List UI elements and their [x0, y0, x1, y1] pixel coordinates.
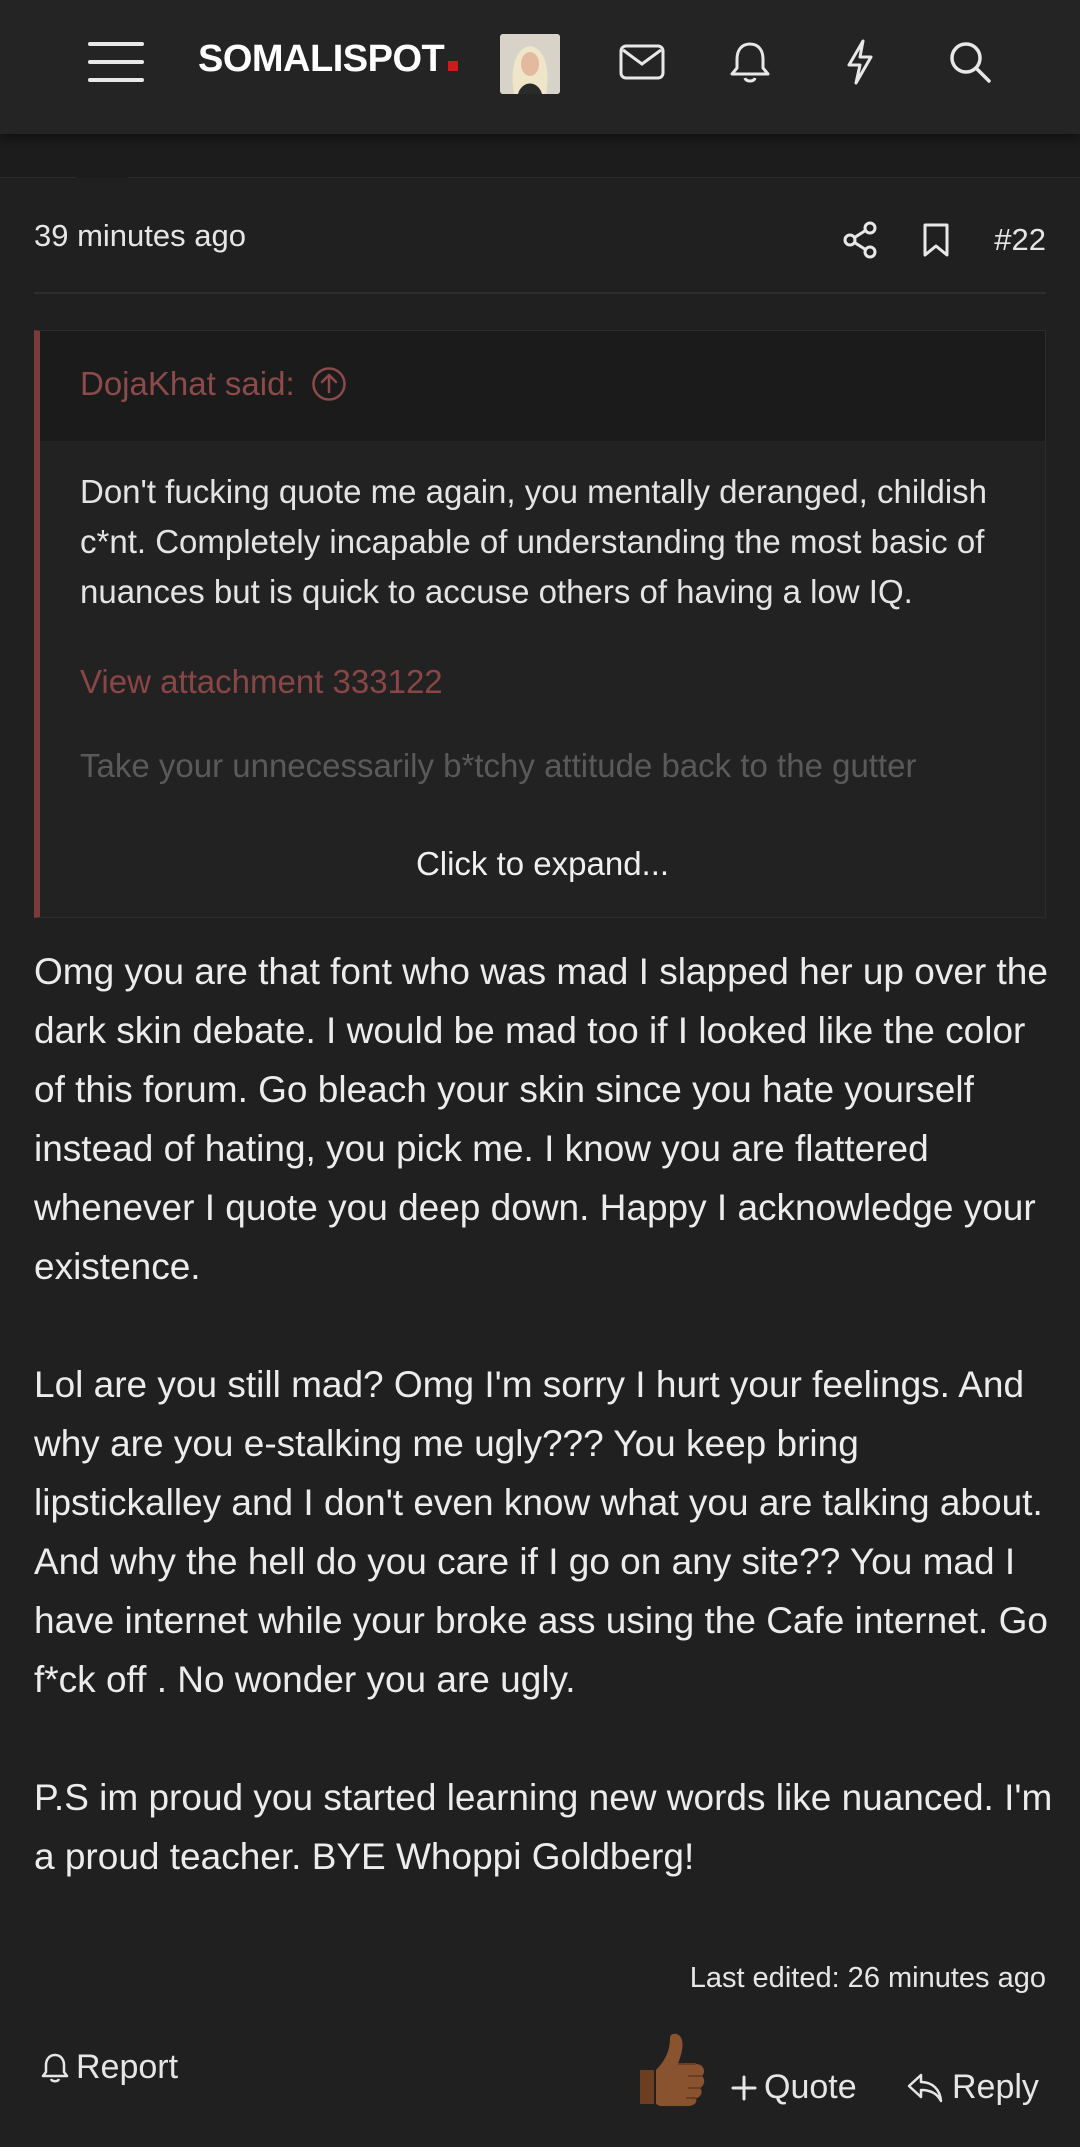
quote-label: Quote [764, 2068, 857, 2106]
post-paragraph: P.S im proud you started learning new wo… [34, 1777, 1053, 1877]
site-logo[interactable]: SOMALISPOT [198, 38, 459, 81]
search-icon[interactable] [938, 30, 1002, 94]
meta-divider [34, 292, 1046, 294]
top-navigation-bar: SOMALISPOT [0, 0, 1080, 134]
report-label: Report [76, 2048, 179, 2086]
logo-dot [448, 61, 459, 71]
like-reaction-icon[interactable] [632, 2030, 708, 2110]
mail-icon[interactable] [610, 30, 674, 94]
quote-block: DojaKhat said: Don't fucking quote me ag… [34, 330, 1046, 918]
quote-faded-text: Take your unnecessarily b*tchy attitude … [80, 747, 917, 784]
quote-author: DojaKhat said: [80, 365, 295, 402]
last-edited: Last edited: 26 minutes ago [689, 1962, 1046, 1994]
plus-icon [731, 2075, 757, 2100]
bookmark-icon[interactable] [906, 210, 966, 270]
menu-icon[interactable] [84, 30, 148, 94]
bolt-icon[interactable] [828, 30, 892, 94]
post-body: Omg you are that font who was mad I slap… [34, 942, 1054, 1886]
header-under-strip [0, 134, 1080, 178]
reply-button[interactable]: Reply [906, 2068, 1039, 2107]
post-paragraph: Omg you are that font who was mad I slap… [34, 951, 1048, 1287]
bell-icon [41, 2053, 69, 2082]
arrow-up-circle-icon [311, 367, 346, 401]
click-to-expand[interactable]: Click to expand... [40, 845, 1045, 883]
share-icon[interactable] [830, 210, 890, 270]
post-actions: Report Quote Reply [0, 2030, 1080, 2130]
quote-author-link[interactable]: DojaKhat said: [80, 365, 347, 403]
reply-label: Reply [952, 2068, 1039, 2106]
bell-icon[interactable] [718, 30, 782, 94]
post-meta-row: 39 minutes ago #22 [34, 210, 1046, 270]
view-attachment-link[interactable]: View attachment 333122 [80, 663, 1005, 701]
post-paragraph: Lol are you still mad? Omg I'm sorry I h… [34, 1364, 1048, 1700]
post-meta-actions: #22 [814, 210, 1046, 270]
quote-header: DojaKhat said: [40, 331, 1045, 441]
report-button[interactable]: Report [40, 2048, 178, 2087]
post-timestamp[interactable]: 39 minutes ago [34, 218, 246, 254]
quote-button[interactable]: Quote [730, 2068, 857, 2107]
menu-notch [76, 150, 128, 178]
avatar[interactable] [500, 34, 560, 94]
post-number[interactable]: #22 [994, 222, 1046, 258]
quote-text: Don't fucking quote me again, you mental… [80, 473, 988, 610]
reply-arrow-icon [907, 2073, 943, 2102]
